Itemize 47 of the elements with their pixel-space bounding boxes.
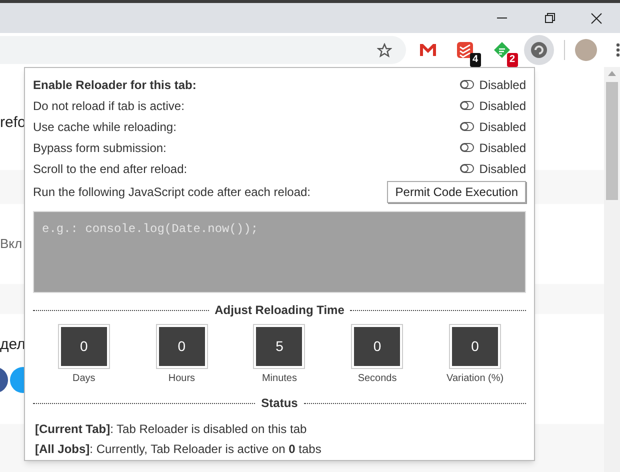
time-field[interactable]: 0 xyxy=(450,325,500,368)
section-title: Status xyxy=(261,395,298,412)
star-icon[interactable] xyxy=(377,42,392,58)
page-text: дел xyxy=(0,335,26,355)
toggle-icon[interactable] xyxy=(460,80,474,89)
permit-button[interactable]: Permit Code Execution xyxy=(387,181,526,203)
count-badge: 2 xyxy=(506,53,518,67)
toggle-icon[interactable] xyxy=(460,164,474,173)
list-icon[interactable] xyxy=(456,41,474,59)
restore-icon[interactable] xyxy=(545,13,555,23)
option-label: Bypass form submission: xyxy=(33,140,166,156)
menu-icon[interactable] xyxy=(616,43,620,57)
toggle-state: Disabled xyxy=(479,140,526,156)
toggle-icon[interactable] xyxy=(460,122,474,131)
reload-icon[interactable] xyxy=(530,41,548,59)
option-label: Enable Reloader for this tab: xyxy=(33,76,196,94)
count-badge: 4 xyxy=(470,53,482,67)
toggle-state: Disabled xyxy=(479,118,526,136)
option-label: Scroll to the end after reload: xyxy=(33,160,188,178)
page-text: Вкл xyxy=(0,235,22,254)
time-field[interactable]: 0 xyxy=(58,325,109,368)
time-label: Variation (%) xyxy=(446,372,504,386)
option-label: Run the following JavaScript code after each reload: xyxy=(33,184,310,201)
time-label: Minutes xyxy=(262,372,297,386)
mail-icon[interactable] xyxy=(419,43,438,57)
time-label: Seconds xyxy=(358,372,397,386)
toggle-state: Disabled xyxy=(479,160,526,178)
feed-icon[interactable] xyxy=(493,41,512,59)
status-line: [Current Tab]: Tab Reloader is disabled on this tab xyxy=(35,421,308,438)
code-field[interactable]: e.g.: console.log(Date.now()); xyxy=(33,211,526,293)
close-icon[interactable] xyxy=(591,12,602,24)
minimize-icon[interactable] xyxy=(497,17,507,19)
scrollbar-thumb[interactable] xyxy=(606,82,618,200)
toggle-state: Disabled xyxy=(479,98,526,114)
status-line: [All Jobs]: Currently, Tab Reloader is active on 0 tabs xyxy=(35,441,322,458)
time-label: Days xyxy=(72,372,96,386)
time-label: Hours xyxy=(168,372,196,386)
section-title: Adjust Reloading Time xyxy=(214,302,344,319)
option-label: Do not reload if tab is active: xyxy=(33,98,184,114)
time-field[interactable]: 0 xyxy=(352,325,402,368)
time-field[interactable]: 5 xyxy=(254,325,304,368)
scrollbar[interactable] xyxy=(604,67,620,472)
toggle-icon[interactable] xyxy=(460,101,474,110)
time-field[interactable]: 0 xyxy=(156,325,207,368)
toggle-state: Disabled xyxy=(479,76,526,94)
toggle-icon[interactable] xyxy=(460,143,474,152)
option-label: Use cache while reloading: xyxy=(33,118,176,136)
